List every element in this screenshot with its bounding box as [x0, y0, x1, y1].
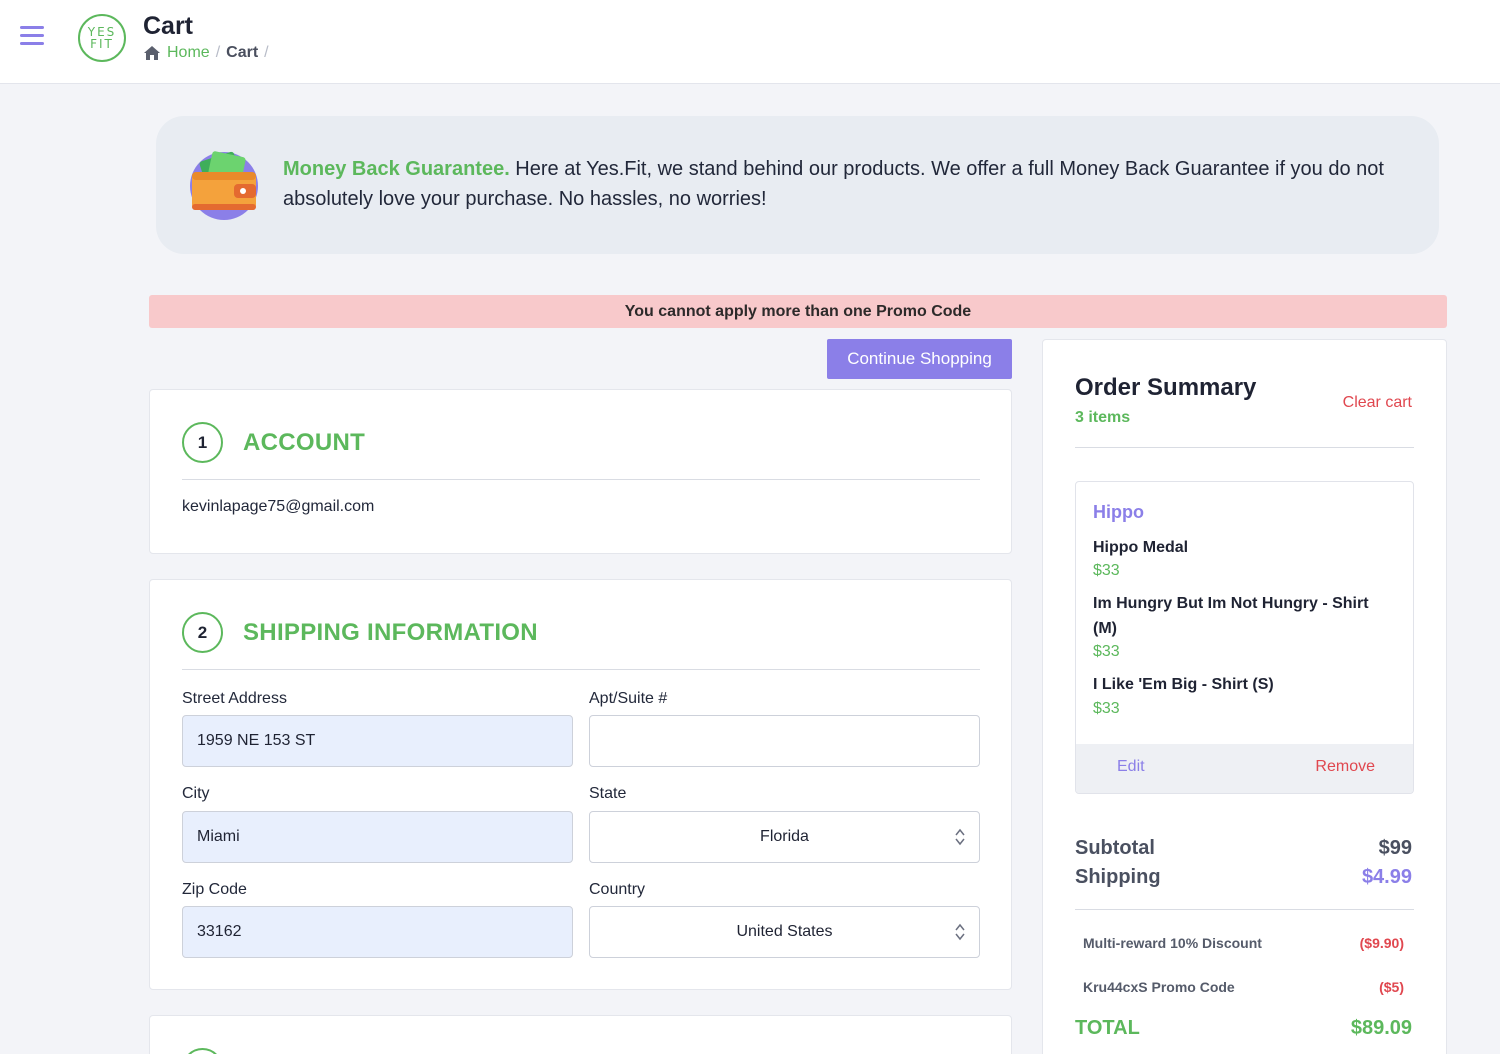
step-number-badge: 2 — [182, 612, 223, 653]
state-select[interactable]: Florida — [589, 811, 980, 863]
promo-code-value: ($5) — [1379, 979, 1404, 995]
next-step-section — [149, 1015, 1012, 1054]
street-address-value: 1959 NE 153 ST — [197, 732, 316, 749]
state-value: Florida — [760, 828, 809, 845]
street-address-label: Street Address — [182, 690, 287, 707]
breadcrumb-current: Cart — [226, 44, 259, 61]
country-value: United States — [736, 923, 833, 940]
cart-item-name: Hippo Medal — [1093, 539, 1189, 556]
shipping-value: $4.99 — [1361, 866, 1412, 888]
breadcrumb-separator: / — [215, 44, 221, 61]
home-icon — [144, 46, 160, 60]
total-value: $89.09 — [1350, 1017, 1412, 1039]
money-back-guarantee-banner: Money Back Guarantee. Here at Yes.Fit, w… — [156, 116, 1439, 254]
edit-link[interactable]: Edit — [1117, 758, 1145, 776]
state-label: State — [589, 785, 627, 802]
cart-item-price: $33 — [1093, 643, 1120, 660]
yesfit-logo[interactable]: YES FIT — [78, 14, 126, 62]
breadcrumb-home-label: Home — [167, 44, 210, 61]
divider — [1075, 447, 1414, 448]
item-actions-bar: Edit Remove — [1076, 744, 1413, 793]
promo-code-label: Kru44cxS Promo Code — [1083, 979, 1235, 995]
step-number-badge — [182, 1048, 223, 1054]
subtotal-value: $99 — [1378, 837, 1412, 859]
continue-shopping-button[interactable]: Continue Shopping — [827, 339, 1012, 379]
section-title: SHIPPING INFORMATION — [243, 619, 538, 646]
cart-items-group: Hippo Hippo Medal $33 Im Hungry But Im N… — [1075, 481, 1414, 794]
select-caret-icon — [955, 923, 965, 941]
guarantee-message: Money Back Guarantee. Here at Yes.Fit, w… — [283, 154, 1413, 214]
page-title: Cart — [143, 12, 194, 40]
breadcrumb-home-link[interactable]: Home — [143, 44, 210, 62]
logo-text-bottom: FIT — [90, 37, 114, 51]
account-email: kevinlapage75@gmail.com — [182, 498, 375, 515]
account-section: 1 ACCOUNT kevinlapage75@gmail.com — [149, 389, 1012, 554]
order-summary: Order Summary 3 items Clear cart Hippo H… — [1042, 339, 1447, 1054]
clear-cart-link[interactable]: Clear cart — [1343, 394, 1412, 412]
city-value: Miami — [197, 828, 240, 845]
subtotal-label: Subtotal — [1075, 837, 1155, 859]
brand-name: Hippo — [1093, 502, 1144, 522]
cart-item-price: $33 — [1093, 562, 1120, 579]
city-input[interactable]: Miami — [182, 811, 573, 863]
discount-value: ($9.90) — [1359, 935, 1404, 951]
shipping-header: 2 SHIPPING INFORMATION — [182, 612, 980, 670]
order-summary-title: Order Summary — [1075, 374, 1257, 401]
country-label: Country — [589, 881, 646, 898]
account-header: 1 ACCOUNT — [182, 422, 980, 480]
zip-code-value: 33162 — [197, 923, 242, 940]
top-bar: YES FIT Cart Home / Cart / — [0, 0, 1500, 84]
item-count: 3 items — [1075, 409, 1131, 426]
street-address-input[interactable]: 1959 NE 153 ST — [182, 715, 573, 767]
section-title: ACCOUNT — [243, 429, 366, 456]
city-label: City — [182, 785, 210, 802]
zip-code-input[interactable]: 33162 — [182, 906, 573, 958]
guarantee-highlight: Money Back Guarantee. — [283, 158, 510, 180]
remove-link[interactable]: Remove — [1315, 758, 1375, 776]
breadcrumb: Home / Cart / — [143, 44, 269, 62]
shipping-label: Shipping — [1075, 866, 1161, 888]
apt-suite-label: Apt/Suite # — [589, 690, 668, 707]
country-select[interactable]: United States — [589, 906, 980, 958]
discount-label: Multi-reward 10% Discount — [1083, 935, 1262, 951]
cart-item-name: I Like 'Em Big - Shirt (S) — [1093, 676, 1274, 693]
shipping-section: 2 SHIPPING INFORMATION Street Address 19… — [149, 579, 1012, 990]
zip-code-label: Zip Code — [182, 881, 247, 898]
promo-code-alert: You cannot apply more than one Promo Cod… — [149, 295, 1447, 328]
apt-suite-input[interactable] — [589, 715, 980, 767]
select-caret-icon — [955, 828, 965, 846]
step-number-badge: 1 — [182, 422, 223, 463]
cart-item-price: $33 — [1093, 700, 1120, 717]
breadcrumb-separator: / — [264, 44, 269, 61]
cart-item-name: Im Hungry But Im Not Hungry - Shirt (M) — [1093, 595, 1369, 637]
total-label: TOTAL — [1075, 1017, 1140, 1039]
divider — [1075, 909, 1414, 910]
wallet-icon — [190, 151, 258, 220]
menu-icon[interactable] — [20, 26, 44, 48]
